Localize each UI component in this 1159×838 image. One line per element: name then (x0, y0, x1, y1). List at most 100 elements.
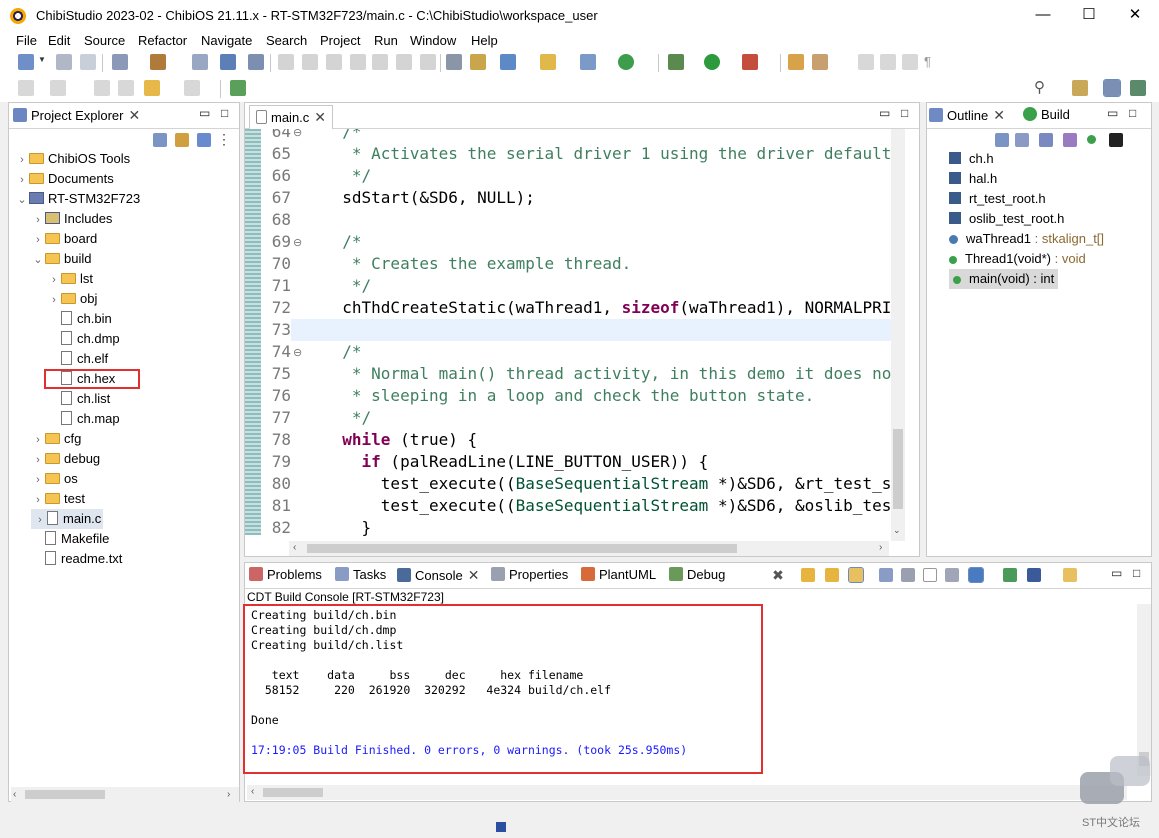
view-menu-icon[interactable]: ⋮ (217, 131, 231, 148)
console-hscroll[interactable]: ‹ (247, 785, 1127, 800)
outline-item[interactable]: rt_test_root.h (949, 189, 1046, 209)
external-tools-icon[interactable] (742, 54, 758, 70)
instruction-stepping-icon[interactable] (446, 54, 462, 70)
menu-search[interactable]: Search (266, 33, 307, 48)
chevron-right-icon[interactable]: › (33, 510, 47, 530)
forward-arrow-icon[interactable] (184, 80, 200, 96)
save-all-icon[interactable] (80, 54, 96, 70)
tree-item[interactable]: readme.txt (31, 549, 122, 569)
fold-toggle-icon[interactable]: ⊖ (293, 236, 302, 249)
display-console-icon[interactable] (968, 567, 984, 583)
menu-run[interactable]: Run (374, 33, 398, 48)
open-type-icon[interactable] (788, 54, 804, 70)
menu-source[interactable]: Source (84, 33, 125, 48)
debug-bug-icon[interactable] (668, 54, 684, 70)
menu-project[interactable]: Project (320, 33, 360, 48)
tab-build[interactable]: Build (1023, 107, 1070, 122)
menu-help[interactable]: Help (471, 33, 498, 48)
open-task-icon[interactable] (812, 54, 828, 70)
chevron-right-icon[interactable]: › (31, 450, 45, 470)
tab-console[interactable]: Console ✕ (397, 567, 479, 584)
menu-refactor[interactable]: Refactor (138, 33, 187, 48)
editor-hscroll[interactable]: ‹ › (289, 541, 889, 556)
pin-editor-icon[interactable] (230, 80, 246, 96)
save-icon[interactable] (56, 54, 72, 70)
fold-toggle-icon[interactable]: ⊖ (293, 129, 302, 139)
tab-properties[interactable]: Properties (491, 567, 568, 582)
word-wrap-icon[interactable] (901, 568, 915, 582)
editor-vscroll[interactable]: ⌄ (891, 129, 905, 541)
refresh-icon[interactable] (470, 54, 486, 70)
new-console-icon[interactable] (1063, 568, 1077, 582)
chevron-right-icon[interactable]: › (15, 150, 29, 170)
prev-annotation-icon[interactable] (50, 80, 66, 96)
filter-icon[interactable] (197, 133, 211, 147)
manage-configurations-icon[interactable] (112, 54, 128, 70)
back-history-icon[interactable] (118, 80, 134, 96)
chevron-right-icon[interactable]: › (47, 270, 61, 290)
show-whitespace-icon[interactable] (880, 54, 896, 70)
chevron-right-icon[interactable]: › (31, 210, 45, 230)
minimize-view-icon[interactable]: ▭ (1107, 106, 1118, 120)
chevron-down-icon[interactable]: ⌄ (31, 250, 45, 270)
pin-console-icon[interactable] (945, 568, 959, 582)
maximize-view-icon[interactable]: □ (901, 106, 908, 120)
chevron-right-icon[interactable]: › (31, 490, 45, 510)
outline-item[interactable]: oslib_test_root.h (949, 209, 1064, 229)
close-button[interactable]: ✕ (1112, 0, 1158, 32)
chevron-down-icon[interactable]: ⌄ (15, 190, 29, 210)
hide-nonpublic-icon[interactable] (1087, 135, 1096, 144)
chevron-right-icon[interactable]: › (47, 290, 61, 310)
close-icon[interactable]: ✕ (314, 109, 326, 125)
minimize-view-icon[interactable]: ▭ (879, 106, 890, 120)
copy-build-log-icon[interactable] (879, 568, 893, 582)
step-over-icon[interactable] (396, 54, 412, 70)
group-includes-icon[interactable] (1109, 133, 1123, 147)
maximize-view-icon[interactable]: □ (1129, 106, 1136, 120)
tree-item[interactable]: › Includes (31, 209, 112, 229)
search-icon[interactable]: ⚲ (1034, 80, 1050, 96)
tree-item[interactable]: › board (31, 229, 97, 249)
minimize-view-icon[interactable]: ▭ (1111, 566, 1122, 580)
tree-item[interactable]: ⌄ build (31, 249, 91, 269)
tab-problems[interactable]: Problems (249, 567, 322, 582)
suspend-icon[interactable] (302, 54, 318, 70)
console-select-icon[interactable] (1027, 568, 1041, 582)
block-selection-icon[interactable] (902, 54, 918, 70)
menu-edit[interactable]: Edit (48, 33, 70, 48)
collapse-all-icon[interactable] (153, 133, 167, 147)
tree-item[interactable]: › obj (47, 289, 97, 309)
minimize-view-icon[interactable]: ▭ (199, 106, 210, 120)
close-icon[interactable]: ✕ (128, 107, 140, 123)
fold-toggle-icon[interactable]: ⊖ (293, 346, 302, 359)
chevron-right-icon[interactable]: › (31, 430, 45, 450)
tree-item[interactable]: ch.bin (47, 309, 112, 329)
skip-breakpoints-icon[interactable] (248, 54, 264, 70)
scroll-down-icon[interactable] (801, 568, 815, 582)
tree-item[interactable]: › Documents (15, 169, 114, 189)
cpp-perspective-icon[interactable] (1103, 79, 1121, 97)
tree-item[interactable]: › debug (31, 449, 100, 469)
run-config-icon[interactable] (618, 54, 634, 70)
maximize-view-icon[interactable]: □ (1133, 566, 1140, 580)
step-into-icon[interactable] (372, 54, 388, 70)
chevron-right-icon[interactable]: › (31, 230, 45, 250)
tree-item[interactable]: ch.elf (47, 349, 108, 369)
disconnect-icon[interactable] (350, 54, 366, 70)
tree-item[interactable]: › lst (47, 269, 93, 289)
back-arrow-icon[interactable] (144, 80, 160, 96)
chevron-right-icon[interactable]: › (15, 170, 29, 190)
tree-item[interactable]: › test (31, 489, 85, 509)
tab-outline[interactable]: Outline ✕ (929, 107, 1005, 124)
tree-item[interactable]: Makefile (31, 529, 109, 549)
step-return-icon[interactable] (420, 54, 436, 70)
close-icon[interactable]: ✕ (993, 107, 1005, 123)
outline-item[interactable]: main(void) : int (949, 269, 1059, 289)
tree-item[interactable]: ch.list (47, 389, 110, 409)
last-edit-icon[interactable] (94, 80, 110, 96)
new-class-icon[interactable] (580, 54, 596, 70)
tab-project-explorer[interactable]: Project Explorer ✕ (13, 107, 140, 124)
debug-perspective-icon[interactable] (1130, 80, 1146, 96)
binary-icon[interactable] (192, 54, 208, 70)
tab-tasks[interactable]: Tasks (335, 567, 386, 582)
